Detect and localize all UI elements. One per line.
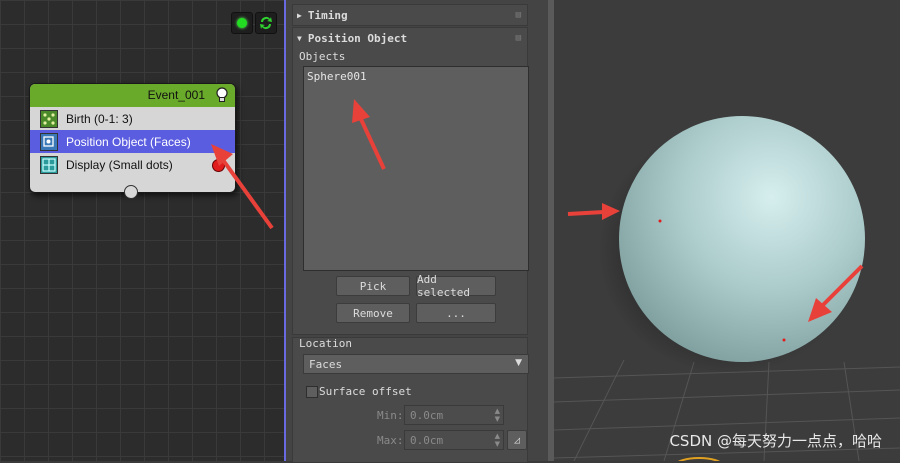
more-button[interactable]: ... [416,303,496,323]
dropdown-arrow-icon: ▼ [515,358,522,368]
operator-label: Position Object (Faces) [66,134,191,149]
operator-birth[interactable]: Birth (0-1: 3) [30,107,235,130]
objects-label: Objects [299,50,346,63]
expand-arrow-icon: ▶ [297,10,302,20]
annotation-arrow [211,144,274,230]
min-label: Min: [377,409,404,422]
timing-rollout[interactable]: ▶ Timing ▤ [292,4,528,26]
display-icon [40,155,58,174]
position-object-icon [40,132,58,151]
timing-rollout-header[interactable]: ▶ Timing ▤ [293,5,527,25]
watermark: CSDN @每天努力一点点，哈哈 [669,432,882,450]
birth-icon [40,109,58,128]
spinner-arrows-icon[interactable]: ▲ ▼ [495,432,500,448]
rollout-menu-icon[interactable]: ▤ [516,10,521,20]
min-spinner[interactable]: 0.0cm ▲ ▼ [404,405,504,425]
triangle-icon: ◿ [513,434,521,446]
particle-dot [782,338,786,342]
surface-offset-checkbox[interactable] [306,386,318,398]
list-item[interactable]: Sphere001 [304,67,528,83]
viewport-scene [554,116,900,461]
rollout-title: Position Object [307,31,408,45]
max-spinner[interactable]: 0.0cm ▲ ▼ [404,430,504,450]
position-object-rollout-header[interactable]: ▼ Position Object ▤ [293,28,527,48]
event-header[interactable]: Event_001 [30,84,235,107]
event-output-connector[interactable] [124,185,138,199]
remove-button[interactable]: Remove [336,303,410,323]
spinner-arrows-icon[interactable]: ▲ ▼ [495,407,500,423]
annotation-arrow [352,99,386,170]
refresh-button[interactable] [255,12,277,34]
refresh-icon [260,17,272,30]
play-green-icon [237,18,247,28]
max-label: Max: [377,434,404,447]
play-button[interactable] [231,12,253,34]
objects-list[interactable]: Sphere001 [303,66,529,271]
viewport-perspective[interactable]: CSDN @每天努力一点点，哈哈 [554,0,900,461]
uniform-button[interactable]: ◿ [507,430,527,450]
command-panel: ▶ Timing ▤ ▼ Position Object ▤ Objects S… [286,0,550,463]
lightbulb-icon[interactable] [215,87,229,104]
particle-view-graph[interactable]: Event_001 Birth (0-1: 3) Position Object… [0,0,286,461]
rollout-menu-icon[interactable]: ▤ [516,33,521,43]
location-dropdown[interactable]: Faces ▼ [303,354,529,374]
max-value: 0.0cm [410,434,444,447]
add-selected-button[interactable]: Add selected [416,273,496,299]
pick-button[interactable]: Pick [336,276,410,296]
location-label: Location [299,337,352,350]
surface-offset-label: Surface offset [319,385,412,398]
location-value: Faces [309,358,343,371]
collapse-arrow-icon: ▼ [297,33,302,43]
rollout-title: Timing [307,8,348,22]
min-value: 0.0cm [410,409,444,422]
operator-label: Birth (0-1: 3) [66,111,133,126]
particle-dot [658,219,662,223]
sphere-object [619,116,865,362]
operator-label: Display (Small dots) [66,157,173,172]
event-title: Event_001 [147,88,205,102]
